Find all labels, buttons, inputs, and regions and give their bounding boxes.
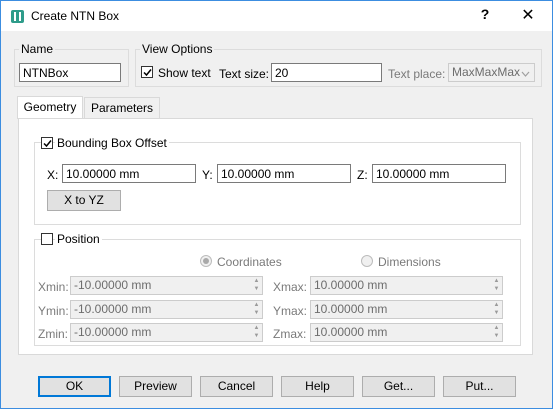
ok-label: OK [65,379,84,393]
xmin-value: -10.00000 mm [74,278,152,292]
xmax-label: Xmax: [273,280,308,294]
checkmark-icon [143,69,152,77]
bounding-box-legend: Bounding Box Offset [55,136,169,150]
y-offset-input[interactable] [217,164,351,183]
zmax-label: Zmax: [273,327,307,341]
ymax-input[interactable]: 10.00000 mm ▲ ▼ [310,300,503,319]
chevron-down-icon [521,66,530,83]
ymin-label: Ymin: [38,304,69,318]
zmin-input[interactable]: -10.00000 mm ▲ ▼ [70,323,263,342]
spin-arrows-icon[interactable]: ▲ ▼ [251,277,262,294]
help-button[interactable]: Help [281,376,354,397]
z-label: Z: [357,168,368,182]
cancel-label: Cancel [217,379,256,393]
ymin-input[interactable]: -10.00000 mm ▲ ▼ [70,300,263,319]
x-offset-input[interactable] [62,164,196,183]
zmin-value: -10.00000 mm [74,325,152,339]
ok-button[interactable]: OK [38,376,111,397]
ymax-label: Ymax: [273,304,308,318]
ntn-box-app-icon [10,9,25,24]
bounding-box-group [34,142,521,225]
put-button[interactable]: Put... [443,376,516,397]
checkmark-icon [43,140,52,148]
create-ntn-box-dialog: Create NTN Box ? ✕ Name View Options Sho… [0,0,553,409]
show-text-checkbox[interactable] [141,66,153,78]
dimensions-radio[interactable] [361,255,373,267]
xmax-input[interactable]: 10.00000 mm ▲ ▼ [310,276,503,295]
spin-arrows-icon[interactable]: ▲ ▼ [491,324,502,341]
z-offset-input[interactable] [372,164,506,183]
title-bar: Create NTN Box ? ✕ [1,1,552,31]
tab-geometry[interactable]: Geometry [17,96,83,119]
spin-arrows-icon[interactable]: ▲ ▼ [491,277,502,294]
tab-geometry-label: Geometry [23,100,77,114]
tab-parameters[interactable]: Parameters [84,97,160,118]
name-input[interactable] [19,63,121,82]
get-label: Get... [383,379,414,393]
show-text-label: Show text [158,66,211,80]
zmin-label: Zmin: [38,327,68,341]
text-place-label: Text place: [388,67,446,81]
x-to-yz-label: X to YZ [64,193,104,207]
text-size-label: Text size: [219,67,270,81]
zmax-value: 10.00000 mm [314,325,388,339]
cancel-button[interactable]: Cancel [200,376,273,397]
preview-button[interactable]: Preview [119,376,192,397]
ymin-value: -10.00000 mm [74,302,152,316]
spin-arrows-icon[interactable]: ▲ ▼ [251,301,262,318]
coordinates-label: Coordinates [217,255,282,269]
put-label: Put... [465,379,494,393]
position-checkbox[interactable] [41,233,53,245]
view-options-legend: View Options [140,42,215,56]
help-label: Help [305,379,330,393]
dimensions-label: Dimensions [378,255,441,269]
text-size-input[interactable] [271,63,382,82]
x-to-yz-button[interactable]: X to YZ [47,190,121,211]
spin-arrows-icon[interactable]: ▲ ▼ [491,301,502,318]
coordinates-radio[interactable] [200,255,212,267]
position-legend: Position [55,232,102,246]
xmin-input[interactable]: -10.00000 mm ▲ ▼ [70,276,263,295]
text-place-value: MaxMaxMax [452,65,521,79]
close-icon[interactable]: ✕ [517,5,539,25]
text-place-select[interactable]: MaxMaxMax [448,63,535,82]
window-title: Create NTN Box [31,9,120,23]
y-label: Y: [202,168,213,182]
spin-arrows-icon[interactable]: ▲ ▼ [251,324,262,341]
preview-label: Preview [134,379,177,393]
ymax-value: 10.00000 mm [314,302,388,316]
xmin-label: Xmin: [38,280,69,294]
get-button[interactable]: Get... [362,376,435,397]
tab-parameters-label: Parameters [90,101,154,115]
bounding-box-checkbox[interactable] [41,137,53,149]
xmax-value: 10.00000 mm [314,278,388,292]
name-group-legend: Name [19,42,56,56]
help-icon[interactable]: ? [474,6,496,22]
x-label: X: [47,168,59,182]
zmax-input[interactable]: 10.00000 mm ▲ ▼ [310,323,503,342]
